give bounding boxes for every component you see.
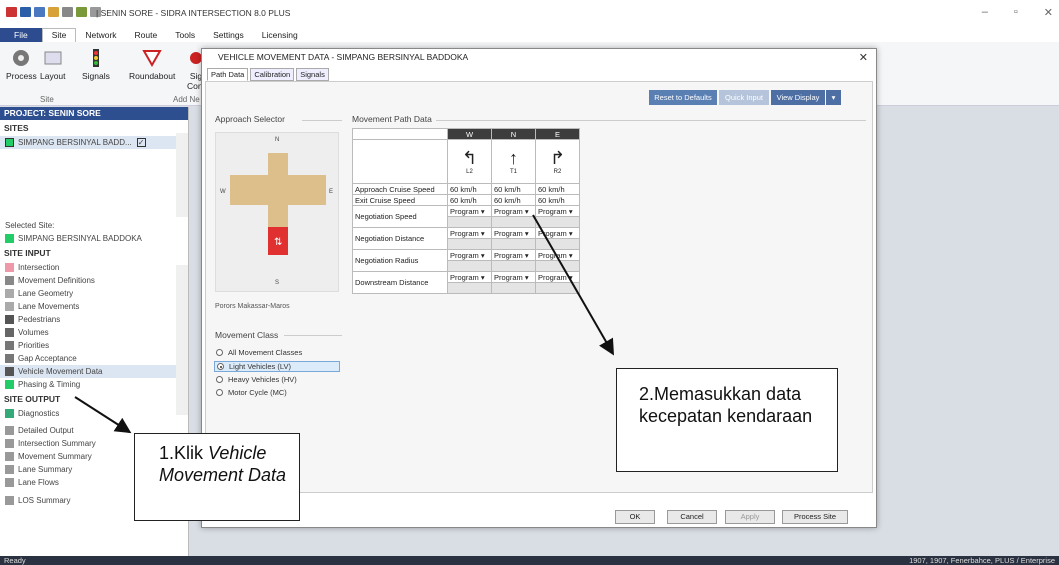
annotation-arrows — [74, 214, 614, 434]
status-license: 1907, 1907, Fenerbahce, PLUS / Enterpris… — [909, 556, 1055, 565]
status-text: Ready — [4, 556, 26, 565]
status-bar: Ready 1907, 1907, Fenerbahce, PLUS / Ent… — [0, 556, 1059, 565]
